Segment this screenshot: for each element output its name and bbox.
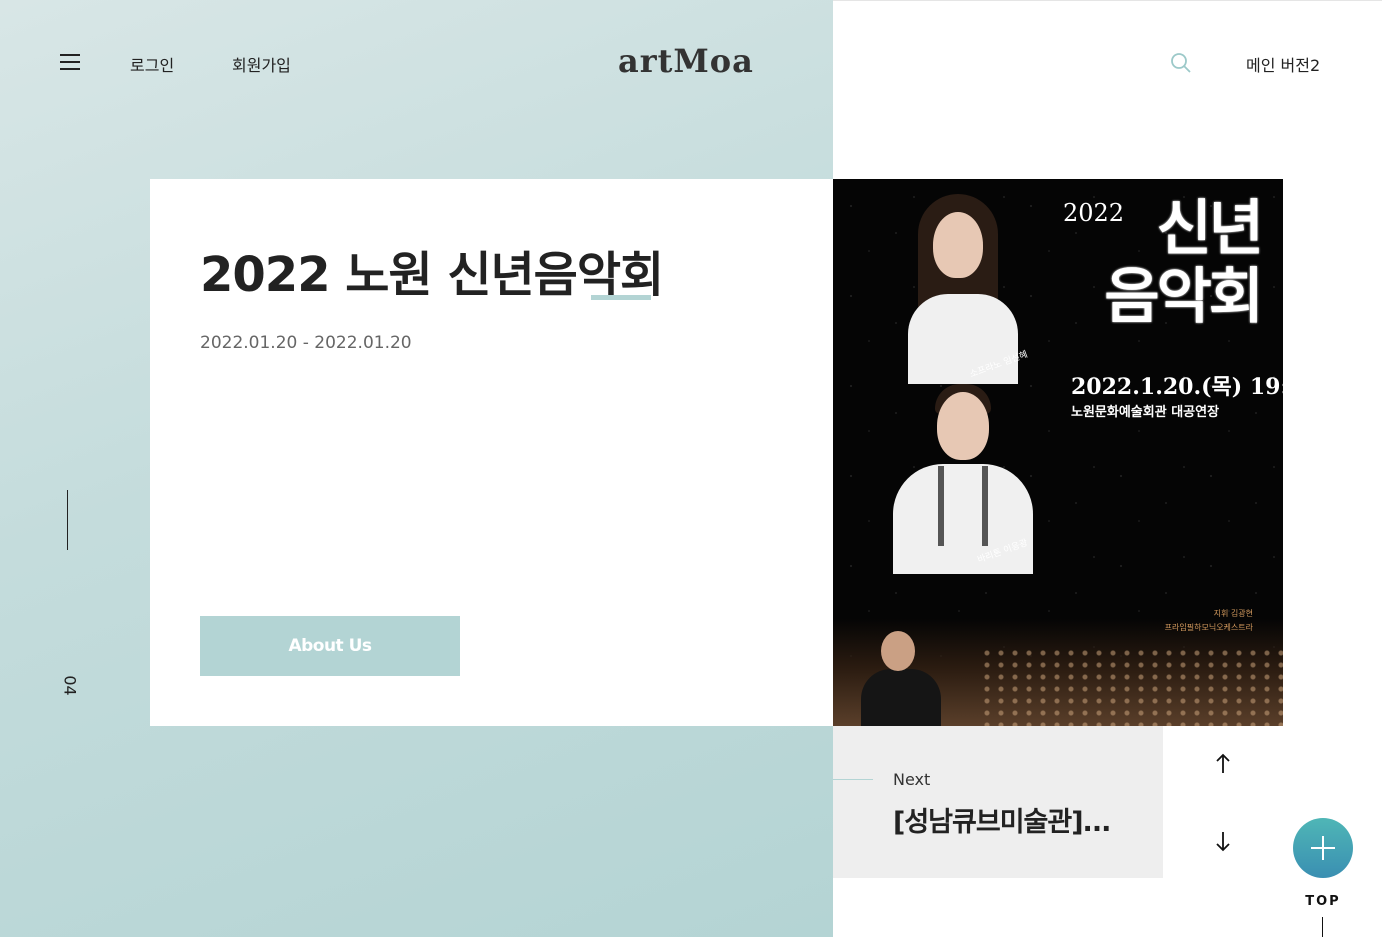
next-label: Next — [893, 770, 931, 789]
event-card: 2022 노원 신년음악회 2022.01.20 - 2022.01.20 Ab… — [150, 179, 833, 726]
next-event-title[interactable]: [성남큐브미술관]... — [893, 800, 1111, 839]
poster-conductor: 지휘 김광현 프라임필하모닉오케스트라 — [1165, 607, 1253, 635]
signup-link[interactable]: 회원가입 — [232, 52, 291, 76]
orchestra-members — [983, 649, 1283, 726]
top-button[interactable]: TOP — [1301, 894, 1345, 909]
poster-conductor-line1: 지휘 김광현 — [1213, 609, 1253, 618]
event-poster[interactable]: 소프라노 임선혜 바리톤 이응광 2022 신년 음악회 2022.1.20.(… — [833, 179, 1283, 726]
event-date: 2022.01.20 - 2022.01.20 — [200, 333, 412, 353]
site-logo[interactable]: artMoa — [618, 42, 754, 80]
poster-title-line2: 음악회 — [1104, 262, 1264, 332]
title-underline — [591, 295, 651, 300]
conductor-photo — [861, 631, 941, 726]
login-link[interactable]: 로그인 — [130, 52, 174, 76]
poster-datetime: 2022.1.20.(목) 19:30 — [1071, 374, 1283, 400]
poster-venue: 노원문화예술회관 대공연장 — [1071, 405, 1220, 420]
next-event-panel[interactable]: Next [성남큐브미술관]... — [833, 726, 1163, 878]
slide-number: 04 — [60, 675, 80, 696]
main-version2-link[interactable]: 메인 버전2 — [1246, 52, 1320, 76]
next-indicator-line — [833, 779, 873, 780]
slide-progress-line — [67, 490, 68, 550]
arrow-up-icon[interactable] — [1210, 751, 1236, 777]
poster-title-line1: 신년 — [1156, 194, 1264, 264]
poster-title: 신년 음악회 — [1061, 194, 1264, 332]
hamburger-menu-icon[interactable] — [60, 54, 80, 70]
top-indicator-line — [1322, 917, 1323, 937]
search-icon[interactable] — [1170, 52, 1192, 74]
poster-conductor-line2: 프라임필하모닉오케스트라 — [1164, 623, 1253, 632]
arrow-down-icon[interactable] — [1210, 828, 1236, 854]
about-us-button[interactable]: About Us — [200, 616, 460, 676]
header-divider — [833, 0, 1382, 1]
plus-icon[interactable] — [1293, 818, 1353, 878]
